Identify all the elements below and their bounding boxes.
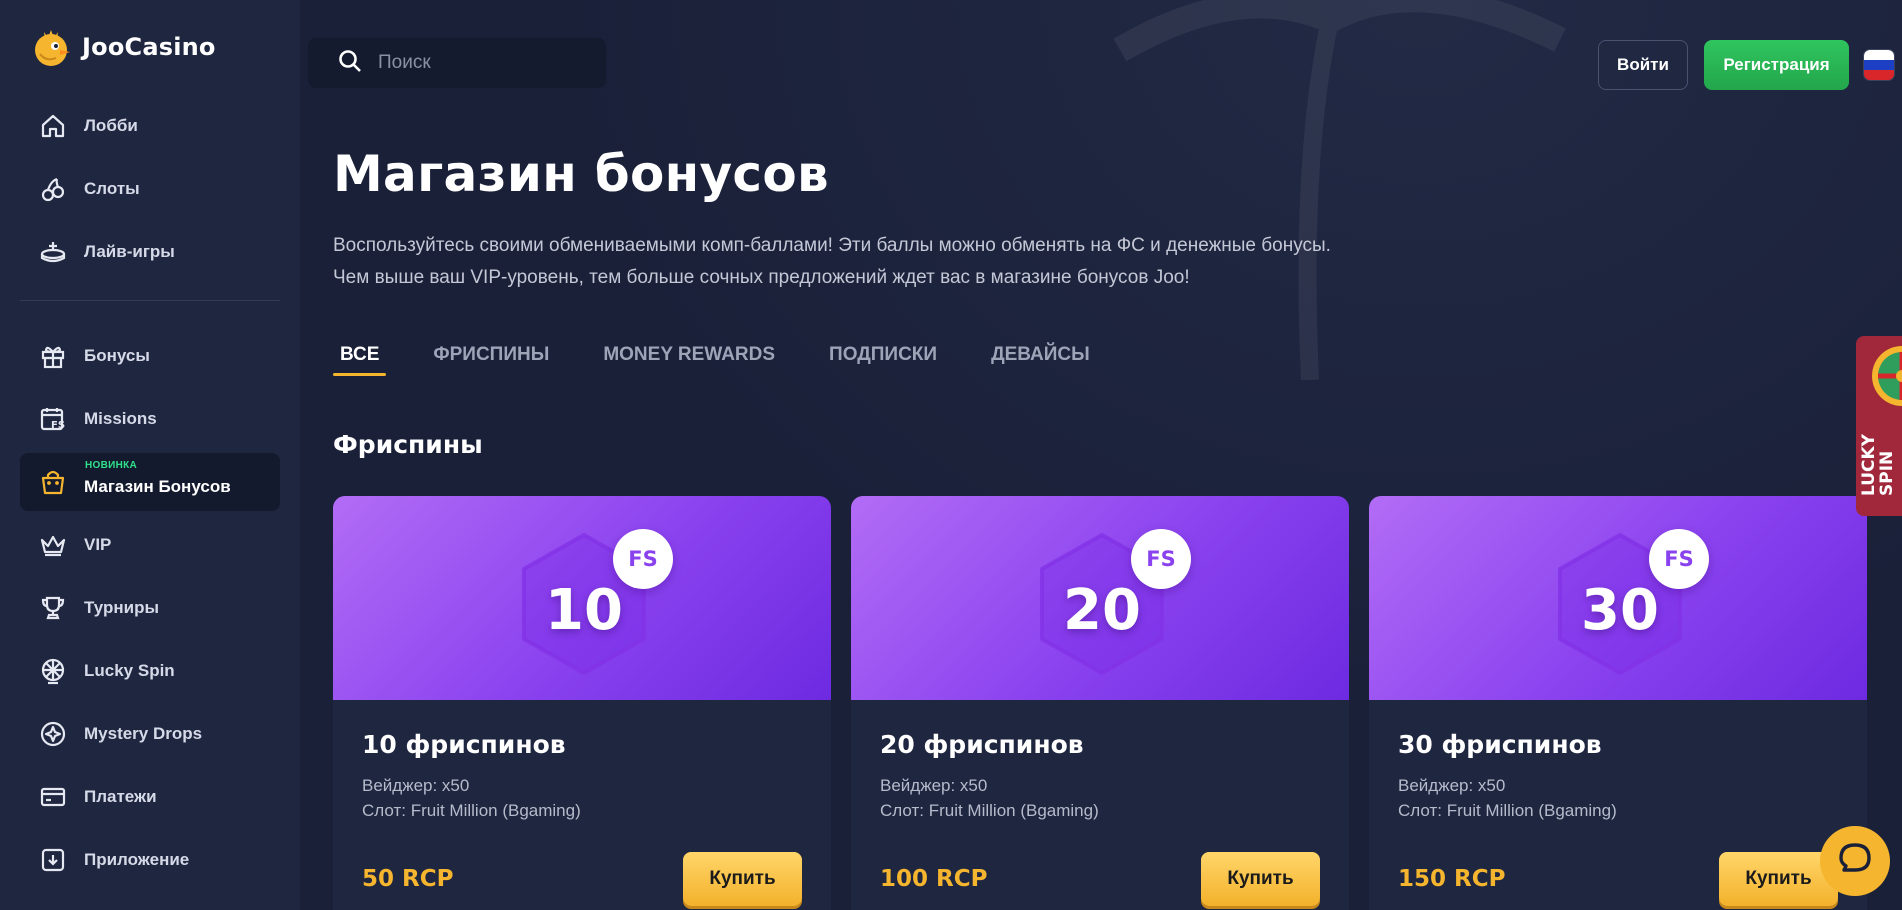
lucky-spin-label: LUCKY SPIN — [1859, 416, 1897, 496]
logo-bird-icon — [30, 26, 72, 68]
sidebar-item-label: Приложение — [84, 850, 190, 869]
page-description-line: Воспользуйтесь своими обмениваемыми комп… — [333, 235, 1331, 256]
fs-badge: FS — [613, 529, 673, 589]
card-wager: Вейджер: x50 — [362, 776, 470, 795]
sidebar-item-label: Lucky Spin — [84, 661, 175, 680]
wheel-icon — [1872, 346, 1902, 406]
tab-subscriptions[interactable]: ПОДПИСКИ — [822, 340, 944, 376]
sidebar-item-label: Турниры — [84, 598, 159, 617]
sidebar-item-lucky-spin[interactable]: Lucky Spin — [20, 642, 280, 700]
register-button[interactable]: Регистрация — [1704, 40, 1849, 90]
sidebar-item-label: Бонусы — [84, 346, 150, 365]
sidebar-item-label: Магазин Бонусов — [84, 477, 231, 496]
card-slot: Слот: Fruit Million (Bgaming) — [880, 801, 1099, 820]
logo-text: JooCasino — [82, 33, 216, 61]
login-button[interactable]: Войти — [1598, 40, 1688, 90]
buy-button[interactable]: Купить — [683, 852, 802, 906]
download-icon — [38, 845, 68, 875]
mystery-drop-icon — [38, 719, 68, 749]
crown-icon — [38, 530, 68, 560]
sidebar-divider — [20, 300, 280, 301]
section-title: Фриспины — [333, 430, 483, 459]
card-banner: 10 FS — [333, 496, 831, 700]
sidebar-item-mystery-drops[interactable]: Mystery Drops — [20, 705, 280, 763]
card-price: 150 RCP — [1398, 866, 1506, 892]
calendar-fs-icon: FS — [38, 404, 68, 434]
page-title: Магазин бонусов — [333, 145, 829, 203]
lucky-spin-side-tab[interactable]: LUCKY SPIN — [1856, 336, 1902, 516]
card-price: 100 RCP — [880, 866, 988, 892]
category-tabs: ВСЕ ФРИСПИНЫ MONEY REWARDS ПОДПИСКИ ДЕВА… — [333, 340, 1137, 376]
gift-icon — [38, 341, 68, 371]
main-content: Войти Регистрация Магазин бонусов Воспол… — [300, 0, 1902, 910]
card-icon — [38, 782, 68, 812]
sidebar-item-app[interactable]: Приложение — [20, 831, 280, 889]
card-banner: 30 FS — [1369, 496, 1867, 700]
card-price: 50 RCP — [362, 866, 454, 892]
bonus-card[interactable]: 10 FS 10 фриспинов Вейджер: x50 Слот: Fr… — [333, 496, 831, 910]
cherries-icon — [38, 174, 68, 204]
card-slot: Слот: Fruit Million (Bgaming) — [1398, 801, 1617, 820]
sidebar-item-slots[interactable]: Слоты — [20, 160, 280, 218]
sidebar-item-live-games[interactable]: Лайв-игры — [20, 223, 280, 281]
home-icon — [38, 111, 68, 141]
wheel-icon — [38, 656, 68, 686]
bonus-cards: 10 FS 10 фриспинов Вейджер: x50 Слот: Fr… — [333, 496, 1867, 910]
page-description: Воспользуйтесь своими обмениваемыми комп… — [333, 230, 1533, 294]
fs-badge: FS — [1131, 529, 1191, 589]
sidebar-item-label: VIP — [84, 535, 112, 554]
card-slot: Слот: Fruit Million (Bgaming) — [362, 801, 581, 820]
shopping-bag-icon — [38, 467, 68, 497]
lucky-spin-line: SPIN — [1877, 450, 1897, 496]
fs-badge: FS — [1649, 529, 1709, 589]
sidebar-item-bonuses[interactable]: Бонусы — [20, 327, 280, 385]
sidebar-item-label: Лайв-игры — [84, 242, 175, 261]
card-wager: Вейджер: x50 — [880, 776, 988, 795]
tab-devices[interactable]: ДЕВАЙСЫ — [984, 340, 1097, 376]
tab-all[interactable]: ВСЕ — [333, 340, 387, 376]
logo[interactable]: JooCasino — [30, 26, 216, 68]
sidebar-item-label: Слоты — [84, 179, 140, 198]
chat-button[interactable] — [1820, 826, 1890, 896]
bonus-card[interactable]: 20 FS 20 фриспинов Вейджер: x50 Слот: Fr… — [851, 496, 1349, 910]
sidebar-item-label: Missions — [84, 409, 157, 428]
tab-money-rewards[interactable]: MONEY REWARDS — [596, 340, 782, 376]
new-badge: НОВИНКА — [85, 460, 138, 471]
sidebar-item-payments[interactable]: Платежи — [20, 768, 280, 826]
sidebar-item-bonus-shop[interactable]: НОВИНКА Магазин Бонусов — [20, 453, 280, 511]
search-input[interactable] — [378, 52, 578, 74]
search-bar[interactable] — [308, 38, 606, 88]
sidebar-item-missions[interactable]: FS Missions — [20, 390, 280, 448]
ru-flag-icon[interactable] — [1864, 50, 1894, 80]
card-title: 30 фриспинов — [1398, 730, 1602, 759]
lucky-spin-line: LUCKY — [1859, 434, 1879, 496]
buy-button[interactable]: Купить — [1201, 852, 1320, 906]
tab-freespins[interactable]: ФРИСПИНЫ — [426, 340, 556, 376]
card-wager: Вейджер: x50 — [1398, 776, 1506, 795]
sidebar-item-vip[interactable]: VIP — [20, 516, 280, 574]
chat-bubble-icon — [1836, 840, 1874, 883]
page-description-line: Чем выше ваш VIP-уровень, тем больше соч… — [333, 267, 1190, 288]
sidebar-nav: Лобби Слоты Лайв-игры Бонусы FS Missions… — [20, 97, 280, 894]
sidebar-item-lobby[interactable]: Лобби — [20, 97, 280, 155]
card-banner: 20 FS — [851, 496, 1349, 700]
live-table-icon — [38, 237, 68, 267]
sidebar-item-label: Лобби — [84, 116, 138, 135]
sidebar-item-tournaments[interactable]: Турниры — [20, 579, 280, 637]
trophy-icon — [38, 593, 68, 623]
sidebar: JooCasino Лобби Слоты Лайв-игры Бонусы F… — [0, 0, 300, 910]
bonus-card[interactable]: 30 FS 30 фриспинов Вейджер: x50 Слот: Fr… — [1369, 496, 1867, 910]
card-title: 10 фриспинов — [362, 730, 566, 759]
sidebar-item-label: Mystery Drops — [84, 724, 203, 743]
search-icon — [338, 49, 362, 78]
card-title: 20 фриспинов — [880, 730, 1084, 759]
svg-text:FS: FS — [51, 420, 65, 431]
sidebar-item-label: Платежи — [84, 787, 157, 806]
